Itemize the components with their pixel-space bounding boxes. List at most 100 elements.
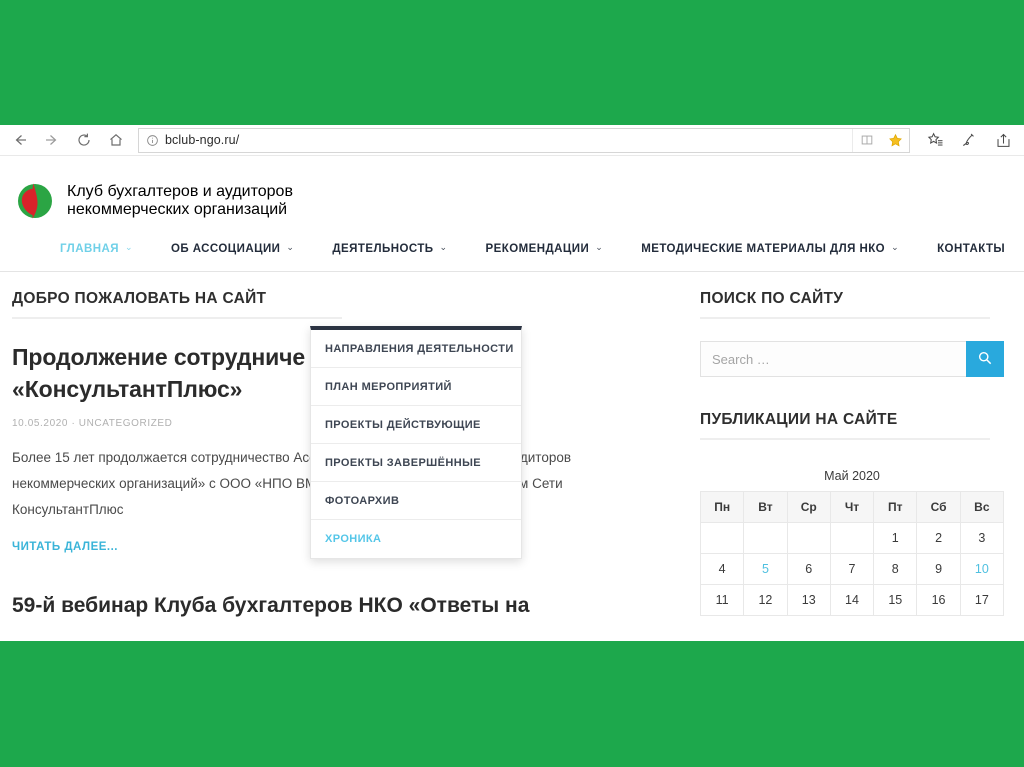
nav-label: КОНТАКТЫ: [937, 242, 1006, 255]
share-icon[interactable]: [986, 127, 1020, 153]
calendar-day: 3: [959, 522, 1005, 554]
calendar-day: 1: [873, 522, 918, 554]
calendar-day: 17: [959, 584, 1005, 616]
section-divider: [700, 317, 990, 319]
browser-toolbar: bclub-ngo.ru/: [0, 125, 1024, 156]
calendar-week-row: 1 2 3: [699, 522, 1005, 554]
refresh-button[interactable]: [68, 127, 100, 153]
calendar-day: 4: [699, 553, 745, 585]
nav-label: ДЕЯТЕЛЬНОСТЬ: [332, 242, 434, 255]
search-widget-title: ПОИСК ПО САЙТУ: [700, 290, 844, 307]
calendar-day-empty: [786, 522, 831, 554]
address-bar-actions: [852, 128, 909, 152]
post-title-line-1: Продолжение сотрудниче: [12, 344, 306, 370]
search-icon: [977, 350, 993, 369]
address-bar[interactable]: bclub-ngo.ru/: [138, 127, 910, 153]
calendar-week-row: 11 12 13 14 15 16 17: [699, 584, 1005, 616]
chevron-down-icon: ⌄: [595, 242, 604, 252]
url-text: bclub-ngo.ru/: [165, 133, 240, 147]
calendar-day-empty: [829, 522, 875, 554]
publications-widget-title: ПУБЛИКАЦИИ НА САЙТЕ: [700, 411, 898, 428]
calendar-day: 16: [916, 584, 961, 616]
page-viewport: Клуб бухгалтеров и аудиторов некоммерчес…: [0, 156, 1024, 640]
calendar-caption: Май 2020: [824, 469, 880, 483]
forward-button[interactable]: [36, 127, 68, 153]
dropdown-item-napravleniya[interactable]: НАПРАВЛЕНИЯ ДЕЯТЕЛЬНОСТИ: [311, 330, 521, 368]
chevron-down-icon: ⌄: [891, 242, 900, 252]
nav-item-ob-associacii[interactable]: ОБ АССОЦИАЦИИ ⌄: [170, 242, 295, 255]
site-header: Клуб бухгалтеров и аудиторов некоммерчес…: [0, 156, 1024, 226]
chevron-down-icon: ⌄: [124, 242, 133, 252]
back-button[interactable]: [4, 127, 36, 153]
nav-item-glavnaya[interactable]: ГЛАВНАЯ ⌄: [60, 242, 133, 255]
dropdown-item-proekty-zavershennye[interactable]: ПРОЕКТЫ ЗАВЕРШЁННЫЕ: [311, 444, 521, 482]
nav-label: ОБ АССОЦИАЦИИ: [170, 242, 281, 255]
calendar-weekday: Вт: [743, 491, 788, 523]
calendar-day-link[interactable]: 5: [743, 553, 788, 585]
nav-label: ГЛАВНАЯ: [60, 242, 119, 255]
main-navigation: ГЛАВНАЯ ⌄ ОБ АССОЦИАЦИИ ⌄ ДЕЯТЕЛЬНОСТЬ ⌄…: [0, 226, 1024, 272]
search-button[interactable]: [966, 341, 1004, 377]
post-title-2[interactable]: 59-й вебинар Клуба бухгалтеров НКО «Отве…: [12, 591, 688, 621]
calendar-day-empty: [743, 522, 788, 554]
site-logo-icon[interactable]: [12, 180, 54, 222]
calendar-widget: Май 2020 Пн Вт Ср Чт Пт Сб Вс 1 2 3 4 5 …: [699, 462, 1005, 616]
post-date: 10.05.2020: [12, 418, 69, 429]
toolbar-actions: [912, 127, 1020, 153]
post-category[interactable]: UNCATEGORIZED: [79, 418, 173, 429]
search-input[interactable]: [700, 341, 966, 377]
read-more-link-1[interactable]: ЧИТАТЬ ДАЛЕЕ...: [12, 541, 118, 553]
nav-item-deyatelnost[interactable]: ДЕЯТЕЛЬНОСТЬ ⌄: [332, 242, 448, 255]
dropdown-item-fotoarhiv[interactable]: ФОТОАРХИВ: [311, 482, 521, 520]
nav-item-kontakty[interactable]: КОНТАКТЫ: [937, 243, 1005, 255]
calendar-day: 13: [786, 584, 831, 616]
chevron-down-icon: ⌄: [286, 242, 295, 252]
calendar-day-link[interactable]: 10: [959, 553, 1005, 585]
dropdown-item-hronika[interactable]: ХРОНИКА: [311, 520, 521, 558]
web-note-pen-icon[interactable]: [952, 127, 986, 153]
calendar-day: 8: [873, 553, 918, 585]
brand-line-1: Клуб бухгалтеров и аудиторов: [67, 183, 293, 200]
calendar-table: Пн Вт Ср Чт Пт Сб Вс 1 2 3 4 5 6 7 8 9 1…: [699, 491, 1005, 616]
chevron-down-icon: ⌄: [439, 242, 448, 252]
calendar-day: 7: [829, 553, 875, 585]
meta-separator: ·: [71, 418, 76, 429]
post-title-line-2: «КонсультантПлюс»: [12, 376, 243, 402]
calendar-day: 6: [786, 553, 831, 585]
calendar-weekday: Ср: [786, 491, 831, 523]
nav-label: РЕКОМЕНДАЦИИ: [485, 242, 590, 255]
reading-view-icon[interactable]: [853, 129, 881, 152]
calendar-weekday: Пт: [873, 491, 918, 523]
home-button[interactable]: [100, 127, 132, 153]
calendar-weekday: Чт: [829, 491, 875, 523]
calendar-header-row: Пн Вт Ср Чт Пт Сб Вс: [699, 491, 1005, 523]
search-form: [700, 341, 1004, 377]
nav-item-rekomendacii[interactable]: РЕКОМЕНДАЦИИ ⌄: [485, 242, 604, 255]
nav-item-metodicheskie-materialy[interactable]: МЕТОДИЧЕСКИЕ МАТЕРИАЛЫ ДЛЯ НКО ⌄: [641, 242, 900, 255]
calendar-day: 14: [829, 584, 875, 616]
calendar-weekday: Сб: [916, 491, 961, 523]
calendar-day: 2: [916, 522, 961, 554]
calendar-day: 12: [743, 584, 788, 616]
calendar-day: 9: [916, 553, 961, 585]
calendar-weekday: Вс: [959, 491, 1005, 523]
calendar-week-row: 4 5 6 7 8 9 10: [699, 553, 1005, 585]
calendar-day: 11: [699, 584, 745, 616]
browser-window: bclub-ngo.ru/ Клуб бухгалтеров и аудитор…: [0, 125, 1024, 641]
dropdown-item-proekty-deystvuyushchie[interactable]: ПРОЕКТЫ ДЕЙСТВУЮЩИЕ: [311, 406, 521, 444]
site-info-icon[interactable]: [139, 134, 165, 147]
sidebar: ПОИСК ПО САЙТУ ПУБЛИКАЦИИ НА САЙТ: [688, 290, 1012, 621]
nav-label: МЕТОДИЧЕСКИЕ МАТЕРИАЛЫ ДЛЯ НКО: [641, 242, 886, 255]
favorite-star-icon[interactable]: [881, 129, 909, 152]
calendar-weekday: Пн: [699, 491, 745, 523]
section-divider: [12, 317, 342, 319]
hub-favorites-icon[interactable]: [918, 127, 952, 153]
welcome-section-title: ДОБРО ПОЖАЛОВАТЬ НА САЙТ: [12, 290, 267, 307]
section-divider: [700, 438, 990, 440]
dropdown-menu-deyatelnost: НАПРАВЛЕНИЯ ДЕЯТЕЛЬНОСТИ ПЛАН МЕРОПРИЯТИ…: [310, 326, 522, 559]
calendar-day: 15: [873, 584, 918, 616]
brand-line-2: некоммерческих организаций: [67, 201, 288, 218]
calendar-day-empty: [699, 522, 745, 554]
dropdown-item-plan-meropriyatiy[interactable]: ПЛАН МЕРОПРИЯТИЙ: [311, 368, 521, 406]
site-brand: Клуб бухгалтеров и аудиторов некоммерчес…: [67, 183, 293, 219]
